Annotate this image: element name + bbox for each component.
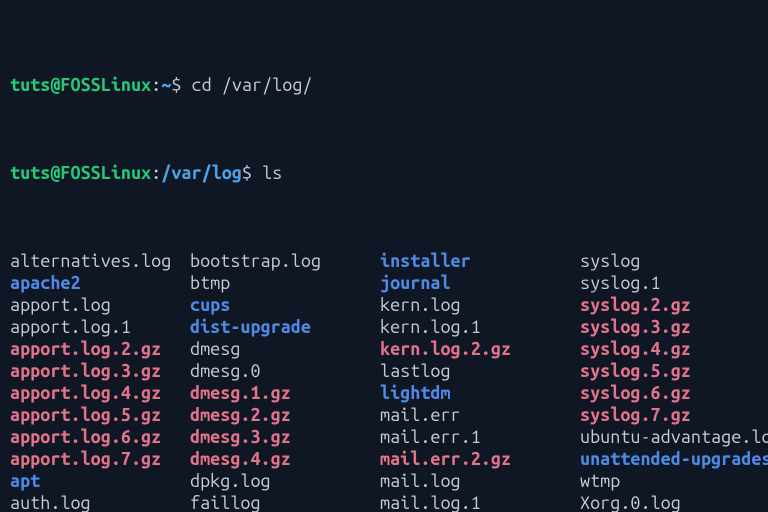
ls-entry: apache2 — [10, 272, 190, 294]
prompt-colon: : — [151, 75, 161, 95]
ls-entry: apport.log.4.gz — [10, 382, 190, 404]
ls-entry: mail.err — [380, 404, 580, 426]
prompt-path-home: ~ — [161, 75, 171, 95]
ls-entry: apport.log — [10, 294, 190, 316]
ls-entry: lastlog — [380, 360, 580, 382]
ls-entry: syslog.6.gz — [580, 382, 768, 404]
ls-entry: kern.log.1 — [380, 316, 580, 338]
ls-entry: ubuntu-advantage.log — [580, 426, 768, 448]
ls-entry: cups — [190, 294, 380, 316]
ls-entry: mail.err.2.gz — [380, 448, 580, 470]
ls-entry: dmesg.1.gz — [190, 382, 380, 404]
prompt-dollar: $ — [171, 75, 181, 95]
prompt-line-2: tuts@FOSSLinux:/var/log$ ls — [10, 162, 758, 184]
ls-entry: syslog.5.gz — [580, 360, 768, 382]
prompt-at: @ — [50, 75, 60, 95]
terminal[interactable]: tuts@FOSSLinux:~$ cd /var/log/ tuts@FOSS… — [0, 0, 768, 512]
ls-entry: dmesg.4.gz — [190, 448, 380, 470]
ls-entry: unattended-upgrades — [580, 448, 768, 470]
ls-entry: lightdm — [380, 382, 580, 404]
prompt-at: @ — [50, 163, 60, 183]
ls-entry: kern.log.2.gz — [380, 338, 580, 360]
ls-entry: apport.log.3.gz — [10, 360, 190, 382]
ls-output: alternatives.logbootstrap.loginstallersy… — [10, 250, 758, 512]
ls-entry: apport.log.2.gz — [10, 338, 190, 360]
ls-entry: installer — [380, 250, 580, 272]
ls-entry: wtmp — [580, 470, 768, 492]
ls-entry: alternatives.log — [10, 250, 190, 272]
prompt-host: FOSSLinux — [60, 163, 151, 183]
ls-entry: mail.log — [380, 470, 580, 492]
ls-entry: syslog.3.gz — [580, 316, 768, 338]
ls-entry: kern.log — [380, 294, 580, 316]
ls-entry: Xorg.0.log — [580, 492, 768, 512]
ls-entry: syslog.4.gz — [580, 338, 768, 360]
prompt-colon: : — [151, 163, 161, 183]
command-ls: ls — [262, 163, 282, 183]
ls-entry: syslog — [580, 250, 768, 272]
prompt-path-cwd: /var/log — [161, 163, 242, 183]
prompt-user: tuts — [10, 163, 50, 183]
ls-entry: apt — [10, 470, 190, 492]
ls-entry: bootstrap.log — [190, 250, 380, 272]
ls-entry: dpkg.log — [190, 470, 380, 492]
ls-entry: auth.log — [10, 492, 190, 512]
ls-entry: btmp — [190, 272, 380, 294]
prompt-dollar: $ — [242, 163, 252, 183]
ls-entry: faillog — [190, 492, 380, 512]
ls-entry: apport.log.7.gz — [10, 448, 190, 470]
ls-entry: apport.log.5.gz — [10, 404, 190, 426]
ls-entry: syslog.2.gz — [580, 294, 768, 316]
prompt-user: tuts — [10, 75, 50, 95]
command-cd: cd /var/log/ — [192, 75, 313, 95]
ls-entry: dmesg.2.gz — [190, 404, 380, 426]
prompt-line-1: tuts@FOSSLinux:~$ cd /var/log/ — [10, 74, 758, 96]
ls-entry: dmesg.0 — [190, 360, 380, 382]
ls-entry: mail.log.1 — [380, 492, 580, 512]
ls-entry: syslog.7.gz — [580, 404, 768, 426]
ls-entry: apport.log.6.gz — [10, 426, 190, 448]
ls-entry: apport.log.1 — [10, 316, 190, 338]
ls-entry: syslog.1 — [580, 272, 768, 294]
ls-entry: journal — [380, 272, 580, 294]
ls-entry: mail.err.1 — [380, 426, 580, 448]
ls-entry: dist-upgrade — [190, 316, 380, 338]
ls-entry: dmesg — [190, 338, 380, 360]
prompt-host: FOSSLinux — [60, 75, 151, 95]
ls-entry: dmesg.3.gz — [190, 426, 380, 448]
